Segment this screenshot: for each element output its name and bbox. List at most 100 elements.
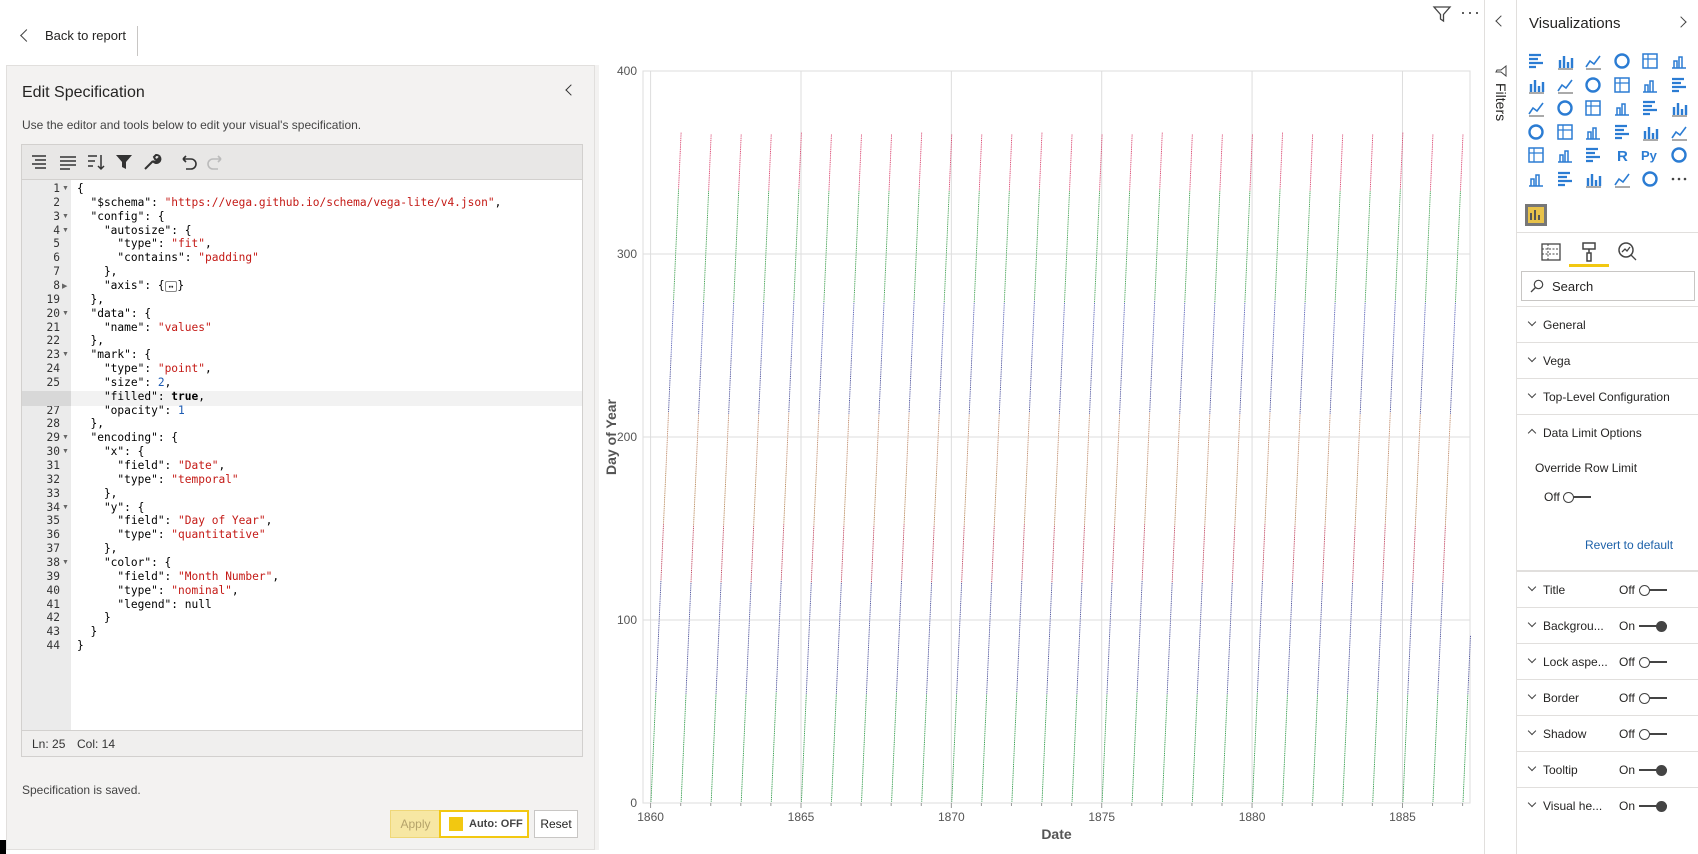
fields-tab-icon[interactable] [1539,240,1563,264]
clustered-column-chart-icon[interactable] [1613,52,1631,70]
section-vega[interactable]: Vega [1517,342,1698,378]
clustered-bar-chart-icon[interactable] [1584,52,1602,70]
section-toggle[interactable] [1639,585,1667,596]
search-input[interactable]: Search [1521,271,1695,301]
point-series-1870-month-11 [976,191,980,246]
expand-fold-icon[interactable]: ▶ [62,282,67,290]
redo-icon[interactable] [206,152,226,172]
100-percent-bar-chart-icon[interactable] [1641,52,1659,70]
area-chart-icon[interactable] [1556,76,1574,94]
section-toggle[interactable] [1639,729,1667,740]
collapse-fold-icon[interactable]: ▼ [62,448,69,455]
filter-icon[interactable] [114,152,134,172]
point-series-1865-month-5 [810,526,815,583]
code-line: } [77,611,111,625]
wrap-icon[interactable] [58,152,78,172]
smart-narrative-icon[interactable] [1613,170,1631,188]
qa-icon[interactable] [1556,170,1574,188]
matrix-icon[interactable] [1584,146,1602,164]
donut-chart-icon[interactable] [1641,99,1659,117]
section-shadow[interactable]: Shadow Off [1517,715,1698,751]
collapse-fold-icon[interactable]: ▼ [62,310,69,317]
100-percent-column-chart-icon[interactable] [1670,52,1688,70]
filters-tab[interactable]: Filters [1489,65,1513,121]
scatter-chart-icon[interactable] [1584,99,1602,117]
apply-button[interactable]: Apply [390,810,441,838]
table-icon[interactable] [1556,146,1574,164]
treemap-icon[interactable] [1670,99,1688,117]
collapse-fold-icon[interactable]: ▼ [62,434,69,441]
section-toggle[interactable] [1639,621,1667,632]
reset-button[interactable]: Reset [534,810,578,838]
stacked-area-chart-icon[interactable] [1584,76,1602,94]
point-series-1870-month-1 [951,745,955,802]
section-border[interactable]: Border Off [1517,679,1698,715]
chart-area[interactable]: 0 100 200 300 400 1860 1865 1870 1875 1880 1885 Dat… [600,65,1484,854]
section-general[interactable]: General [1517,306,1698,342]
section-backgrou[interactable]: Backgrou... On [1517,607,1698,643]
key-influencers-icon[interactable] [1670,146,1688,164]
more-visuals-icon[interactable] [1670,170,1688,188]
section-data-limit-options[interactable]: Data Limit Options [1517,414,1698,450]
filled-map-icon[interactable] [1556,123,1574,141]
section-visual-he[interactable]: Visual he... On [1517,787,1698,823]
format-icon[interactable] [30,152,50,172]
ribbon-chart-icon[interactable] [1670,76,1688,94]
line-and-column-chart-icon[interactable] [1613,76,1631,94]
pie-chart-icon[interactable] [1613,99,1631,117]
filter-icon[interactable] [1432,4,1452,24]
multi-row-card-icon[interactable] [1641,123,1659,141]
line-chart-icon[interactable] [1527,76,1545,94]
undo-icon[interactable] [178,152,198,172]
paginated-report-icon[interactable] [1584,170,1602,188]
funnel-icon[interactable] [1556,99,1574,117]
section-toggle[interactable] [1639,657,1667,668]
waterfall-chart-icon[interactable] [1527,99,1545,117]
point-series-1864-month-7 [785,412,790,469]
kpi-icon[interactable] [1670,123,1688,141]
section-tooltip[interactable]: Tooltip On [1517,751,1698,787]
auto-apply-toggle-button[interactable]: Auto: OFF [439,810,529,838]
power-apps-icon[interactable] [1641,170,1659,188]
python-visual-icon[interactable]: Py [1641,146,1659,164]
expand-filters-icon[interactable] [1495,15,1507,27]
svg-text:R: R [1617,148,1628,164]
section-toggle[interactable] [1639,765,1667,776]
back-to-report-button[interactable]: Back to report [18,28,126,43]
point-series-1860-month-11 [675,189,679,244]
collapse-panel-icon[interactable] [565,84,577,96]
decomposition-tree-icon[interactable] [1527,170,1545,188]
override-row-limit-toggle[interactable] [1563,492,1591,503]
revert-to-default-link[interactable]: Revert to default [1585,538,1673,552]
sort-icon[interactable] [86,152,106,172]
collapse-fold-icon[interactable]: ▼ [62,227,69,234]
panel-splitter[interactable] [595,65,599,850]
stacked-bar-chart-icon[interactable] [1527,52,1545,70]
code-line: "mark": { [77,348,152,362]
analytics-magnifier-icon[interactable] [1615,240,1639,264]
line-and-stacked-column-icon[interactable] [1641,76,1659,94]
collapse-fold-icon[interactable]: ▼ [62,504,69,511]
deneb-custom-visual-icon[interactable] [1525,204,1547,226]
r-visual-icon[interactable]: R [1613,146,1631,164]
section-lock-aspe[interactable]: Lock aspe... Off [1517,643,1698,679]
collapse-fold-icon[interactable]: ▼ [62,559,69,566]
wrench-icon[interactable] [142,152,162,172]
collapse-fold-icon[interactable]: ▼ [62,185,69,192]
section-title[interactable]: Title Off [1517,571,1698,607]
collapse-fold-icon[interactable]: ▼ [62,351,69,358]
section-toggle[interactable] [1639,693,1667,704]
gauge-icon[interactable] [1584,123,1602,141]
slicer-icon[interactable] [1527,146,1545,164]
collapse-visualizations-icon[interactable] [1675,16,1687,28]
collapse-fold-icon[interactable]: ▼ [62,213,69,220]
point-series-1871-month-8 [998,357,1003,414]
more-options-icon[interactable]: ··· [1460,2,1481,23]
format-paintbrush-tab-icon[interactable] [1577,240,1601,264]
code-editor[interactable]: 1▼23▼4▼5678▶1920▼212223▼242526272829▼30▼… [21,180,583,731]
stacked-column-chart-icon[interactable] [1556,52,1574,70]
section-toggle[interactable] [1639,801,1667,812]
card-icon[interactable] [1613,123,1631,141]
section-top-level-configuration[interactable]: Top-Level Configuration [1517,378,1698,414]
map-icon[interactable] [1527,123,1545,141]
